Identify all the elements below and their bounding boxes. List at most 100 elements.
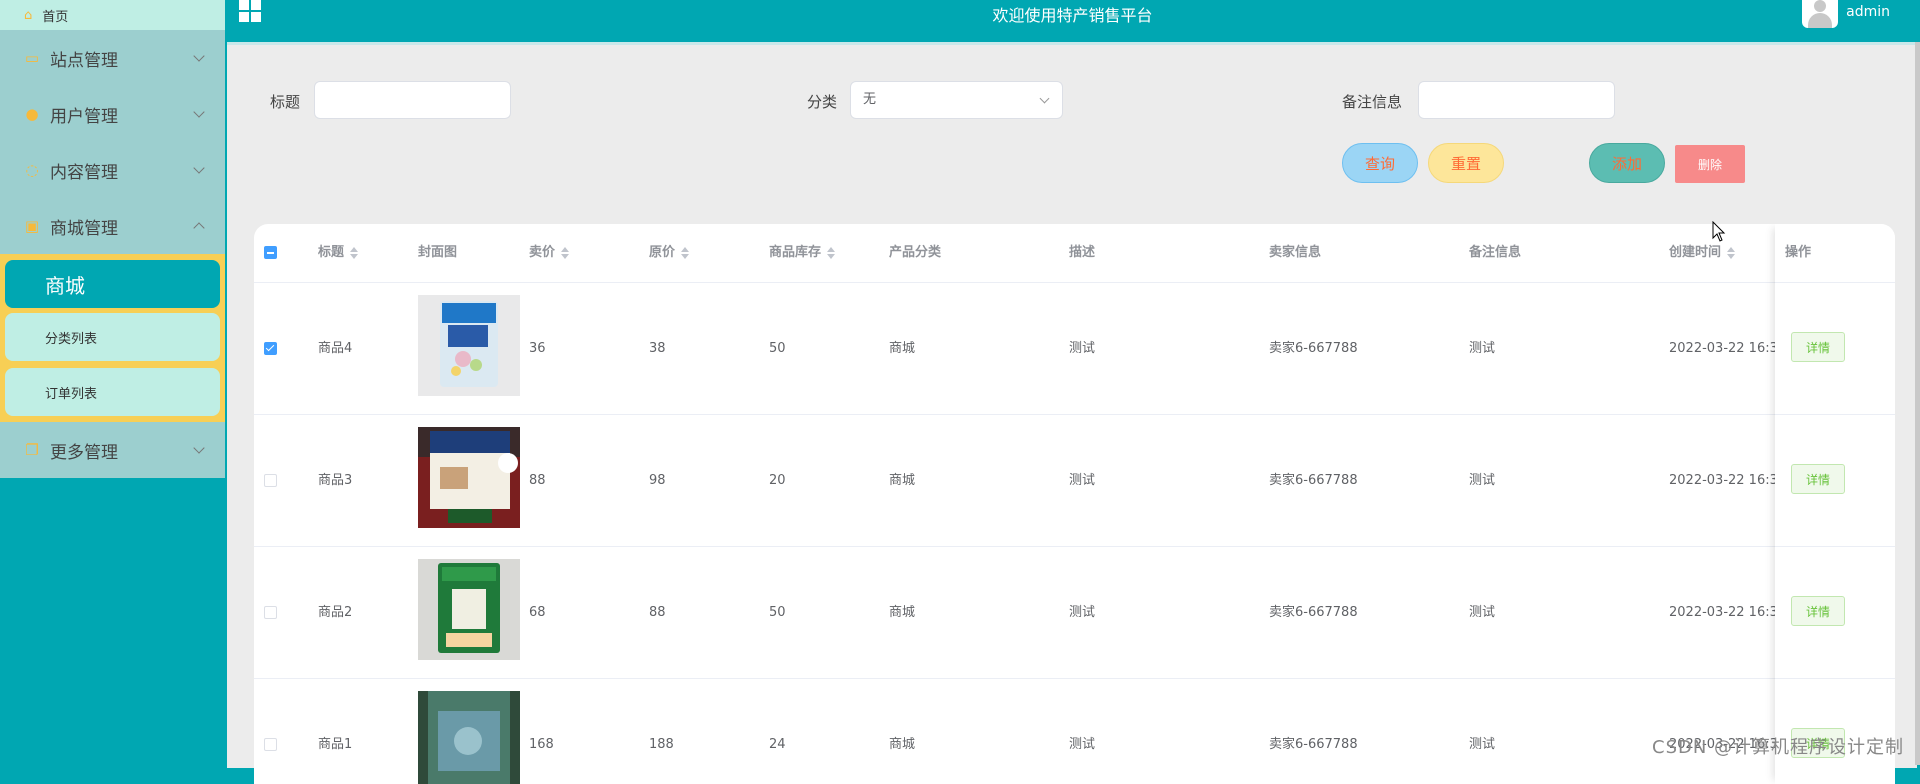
cell-orig-price: 188	[649, 737, 674, 752]
cell-stock: 50	[769, 605, 786, 620]
chevron-down-icon	[193, 106, 205, 118]
cell-seller: 卖家6-667788	[1269, 473, 1358, 488]
cell-category: 商城	[889, 341, 916, 356]
cell-category: 商城	[889, 473, 916, 488]
submenu-item-category-list[interactable]: 分类列表	[5, 313, 220, 361]
cell-remark: 测试	[1469, 605, 1496, 620]
remark-filter-label: 备注信息	[1342, 93, 1403, 111]
select-all-checkbox[interactable]	[264, 246, 277, 259]
cell-category: 商城	[889, 737, 916, 752]
sort-icon	[1727, 246, 1736, 259]
cell-desc: 测试	[1069, 605, 1096, 620]
cell-stock: 24	[769, 737, 786, 752]
chevron-up-icon	[193, 222, 205, 234]
sidebar-item-home[interactable]: ⌂ 首页	[0, 0, 225, 30]
cell-created: 2022-03-22 16:3	[1669, 473, 1778, 488]
row-checkbox[interactable]	[264, 606, 277, 619]
sidebar-item-label: 更多管理	[50, 442, 118, 463]
cell-remark: 测试	[1469, 473, 1496, 488]
sort-icon	[561, 246, 570, 259]
chat-icon: ◌	[25, 161, 39, 179]
sidebar-item-label: 用户管理	[50, 106, 118, 127]
sidebar-item-content[interactable]: ◌ 内容管理	[0, 142, 225, 198]
cell-desc: 测试	[1069, 737, 1096, 752]
submenu-item-shop[interactable]: 商城	[5, 260, 220, 308]
table-row: 商品2 68 88 50 商城 测试 卖家6-667788 测试 2022-03…	[254, 546, 1895, 679]
sort-icon	[681, 246, 690, 259]
cover-image	[418, 691, 520, 784]
sidebar-item-site[interactable]: ▭ 站点管理	[0, 30, 225, 86]
category-filter-label: 分类	[807, 93, 838, 111]
user-menu[interactable]: admin	[1802, 0, 1890, 28]
category-select[interactable]: 无	[850, 81, 1063, 119]
cell-title: 商品4	[318, 341, 353, 356]
table-row: 商品1 168 188 24 商城 测试 卖家6-667788 测试 2022-…	[254, 678, 1895, 784]
cell-title: 商品2	[318, 605, 353, 620]
submenu-item-order-list[interactable]: 订单列表	[5, 368, 220, 416]
monitor-icon: ▭	[24, 49, 40, 67]
username: admin	[1846, 4, 1890, 20]
title-filter-input[interactable]	[314, 81, 511, 119]
cell-created: 2022-03-22 16:3	[1669, 605, 1778, 620]
sidebar-item-users[interactable]: ● 用户管理	[0, 86, 225, 142]
column-header-remark: 备注信息	[1469, 245, 1522, 260]
cover-image	[418, 559, 520, 660]
cell-desc: 测试	[1069, 341, 1096, 356]
cell-stock: 50	[769, 341, 786, 356]
detail-button[interactable]: 详情	[1791, 596, 1845, 626]
watermark: CSDN @计算机程序设计定制	[1652, 737, 1905, 758]
column-header-desc: 描述	[1069, 245, 1096, 260]
column-header-stock[interactable]: 商品库存	[769, 224, 836, 282]
sidebar-menu: ▭ 站点管理 ● 用户管理 ◌ 内容管理 ▣ 商城管理	[0, 30, 225, 254]
chevron-down-icon	[193, 162, 205, 174]
cell-orig-price: 38	[649, 341, 666, 356]
remark-filter-input[interactable]	[1418, 81, 1615, 119]
avatar[interactable]	[1802, 0, 1839, 28]
sidebar-item-more[interactable]: ❐ 更多管理	[0, 422, 225, 478]
cell-seller: 卖家6-667788	[1269, 737, 1358, 752]
sidebar: ⌂ 首页 ▭ 站点管理 ● 用户管理 ◌ 内容管理 ▣ 商城管理 商城 分类列表…	[0, 0, 225, 765]
column-header-title[interactable]: 标题	[318, 224, 359, 282]
cell-price: 88	[529, 473, 546, 488]
detail-button[interactable]: 详情	[1791, 464, 1845, 494]
sidebar-item-shop[interactable]: ▣ 商城管理	[0, 198, 225, 254]
table-row: 商品3 88 98 20 商城 测试 卖家6-667788 测试 2022-03…	[254, 414, 1895, 547]
sidebar-item-label: 内容管理	[50, 162, 118, 183]
column-header-orig-price[interactable]: 原价	[649, 224, 690, 282]
row-checkbox[interactable]	[264, 342, 277, 355]
cell-orig-price: 88	[649, 605, 666, 620]
row-checkbox[interactable]	[264, 738, 277, 751]
category-select-value: 无	[863, 92, 877, 107]
sort-icon	[827, 246, 836, 259]
cell-price: 168	[529, 737, 554, 752]
cell-category: 商城	[889, 605, 916, 620]
sidebar-item-label: 站点管理	[50, 50, 118, 71]
scrollbar[interactable]	[1915, 42, 1920, 765]
cell-price: 68	[529, 605, 546, 620]
mouse-cursor-icon	[1712, 221, 1726, 242]
cover-image	[418, 295, 520, 396]
query-button[interactable]: 查询	[1342, 143, 1418, 183]
cell-title: 商品1	[318, 737, 353, 752]
reset-button[interactable]: 重置	[1428, 143, 1504, 183]
cell-created: 2022-03-22 16:3	[1669, 737, 1778, 752]
cell-created: 2022-03-22 16:3	[1669, 341, 1778, 356]
cell-title: 商品3	[318, 473, 353, 488]
shop-submenu: 商城 分类列表 订单列表	[0, 254, 225, 422]
chevron-down-icon	[1039, 93, 1050, 104]
detail-button[interactable]: 详情	[1791, 332, 1845, 362]
delete-button[interactable]: 删除	[1675, 145, 1745, 183]
chevron-down-icon	[193, 50, 205, 62]
column-header-category: 产品分类	[889, 245, 942, 260]
cover-image	[418, 427, 520, 528]
cell-remark: 测试	[1469, 341, 1496, 356]
row-checkbox[interactable]	[264, 474, 277, 487]
title-filter-label: 标题	[270, 93, 301, 111]
cell-seller: 卖家6-667788	[1269, 341, 1358, 356]
table-row: 商品4 36 38 50 商城 测试 卖家6-667788 测试 2022-03…	[254, 282, 1895, 415]
sort-icon	[350, 246, 359, 259]
lock-icon: ▣	[24, 217, 40, 235]
column-header-cover: 封面图	[418, 245, 458, 260]
add-button[interactable]: 添加	[1589, 143, 1665, 183]
column-header-price[interactable]: 卖价	[529, 224, 570, 282]
